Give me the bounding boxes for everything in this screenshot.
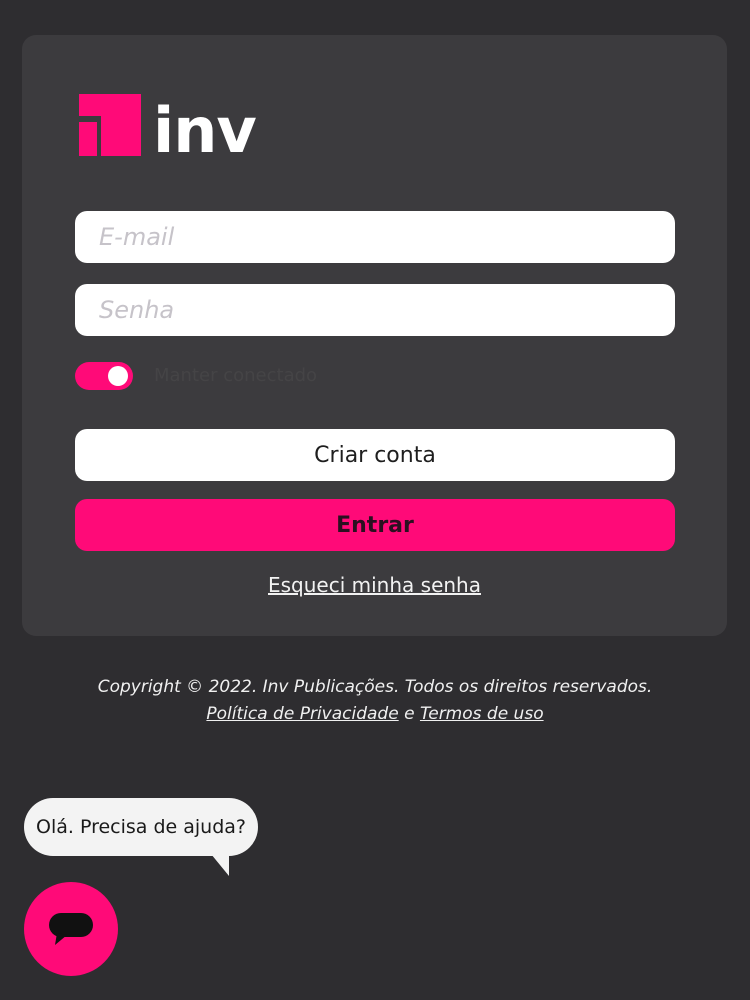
brand-logo: inv [79, 92, 257, 162]
login-card: inv Manter conectado Criar conta Entrar … [22, 35, 727, 636]
login-page: inv Manter conectado Criar conta Entrar … [0, 0, 750, 1000]
password-input[interactable] [75, 284, 675, 336]
remember-toggle[interactable] [75, 362, 133, 390]
login-button[interactable]: Entrar [75, 499, 675, 551]
footer: Copyright © 2022. Inv Publicações. Todos… [0, 674, 750, 728]
logo-mark-icon [79, 94, 141, 156]
legal-links: Política de Privacidade e Termos de uso [0, 701, 750, 728]
chat-bubble-icon [49, 913, 93, 945]
chat-bubble-tail [211, 854, 229, 876]
legal-separator: e [404, 704, 415, 724]
chat-button[interactable] [24, 882, 118, 976]
toggle-knob [108, 366, 128, 386]
remember-label: Manter conectado [154, 365, 318, 386]
forgot-password-row: Esqueci minha senha [22, 573, 727, 597]
email-input[interactable] [75, 211, 675, 263]
chat-greeting-bubble[interactable]: Olá. Precisa de ajuda? [24, 798, 258, 856]
copyright-text: Copyright © 2022. Inv Publicações. Todos… [97, 677, 653, 697]
terms-link[interactable]: Termos de uso [420, 704, 544, 724]
privacy-policy-link[interactable]: Política de Privacidade [206, 704, 398, 724]
chat-greeting-text: Olá. Precisa de ajuda? [35, 816, 246, 838]
create-account-button[interactable]: Criar conta [75, 429, 675, 481]
forgot-password-link[interactable]: Esqueci minha senha [268, 573, 481, 597]
logo-wordmark: inv [153, 94, 257, 167]
